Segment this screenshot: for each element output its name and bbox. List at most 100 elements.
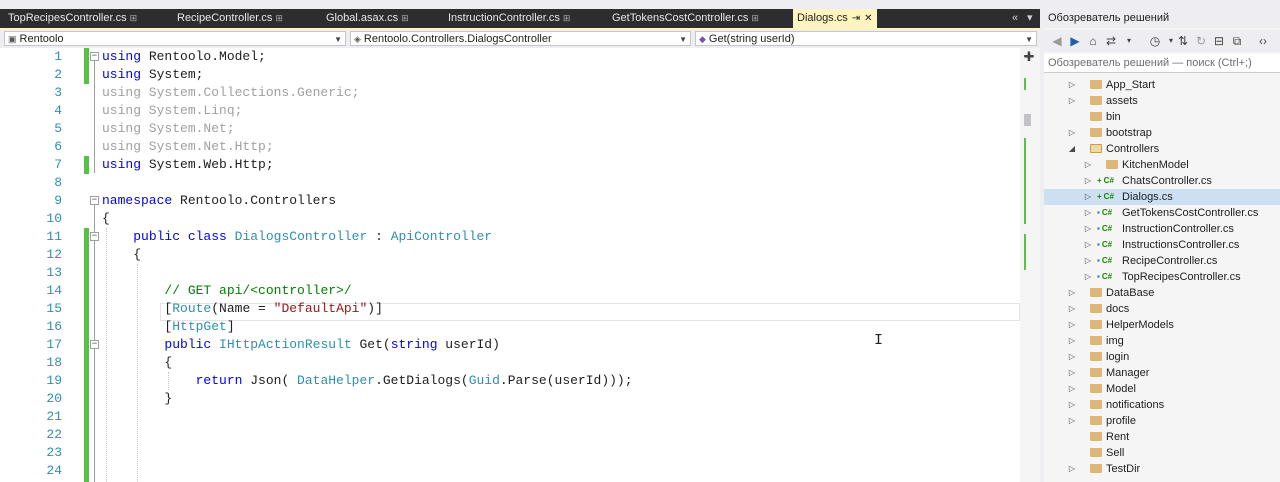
close-icon[interactable]: ✕ <box>864 13 872 24</box>
added-icon: + <box>1097 176 1102 185</box>
chevron-down-icon: ▼ <box>679 35 687 44</box>
tab-gettokenscostcontroller[interactable]: GetTokensCostController.cs ⊞ <box>612 9 759 28</box>
tab-dialogs-active[interactable]: Dialogs.cs ⇥ ✕ <box>793 9 877 28</box>
collapse-icon[interactable]: − <box>90 340 99 349</box>
line-number: 11 <box>46 229 62 244</box>
tree-item-notifications[interactable]: ▷ notifications <box>1044 397 1280 413</box>
tree-item-dialogs-selected[interactable]: ▷ + C# Dialogs.cs <box>1044 189 1280 205</box>
expand-arrow-icon[interactable]: ▷ <box>1084 173 1092 189</box>
tree-item-gettokenscostcontroller[interactable]: ▷ ▪ C# GetTokensCostController.cs <box>1044 205 1280 221</box>
expand-arrow-icon[interactable]: ▷ <box>1068 397 1076 413</box>
tree-item-toprecipescontroller[interactable]: ▷ ▪ C# TopRecipesController.cs <box>1044 269 1280 285</box>
line-number: 1 <box>54 49 62 64</box>
solution-explorer-search[interactable]: Обозреватель решений — поиск (Ctrl+;) <box>1044 54 1280 73</box>
tab-toprecipescontroller[interactable]: TopRecipesController.cs ⊞ <box>8 9 137 28</box>
expand-arrow-icon[interactable]: ▷ <box>1084 237 1092 253</box>
fold-line <box>94 61 95 173</box>
expand-arrow-icon[interactable]: ▷ <box>1084 253 1092 269</box>
tree-item-sell[interactable]: Sell <box>1044 445 1280 461</box>
line-number: 17 <box>46 337 62 352</box>
tree-item-controllers[interactable]: ◢ Controllers <box>1044 141 1280 157</box>
tree-item-bin[interactable]: bin <box>1044 109 1280 125</box>
tree-item-bootstrap[interactable]: ▷ bootstrap <box>1044 125 1280 141</box>
home-icon[interactable]: ⌂ <box>1086 34 1100 48</box>
tree-item-helpermodels[interactable]: ▷ HelperModels <box>1044 317 1280 333</box>
tree-item-model[interactable]: ▷ Model <box>1044 381 1280 397</box>
member-dropdown[interactable]: ◆ Get(string userId) ▼ <box>695 31 1037 46</box>
code-line-16: [HttpGet] <box>102 319 235 334</box>
class-dropdown[interactable]: ◈ Rentoolo.Controllers.DialogsController ▼ <box>350 31 691 46</box>
tree-item-profile[interactable]: ▷ profile <box>1044 413 1280 429</box>
pin-icon[interactable]: ⊞ <box>751 13 759 23</box>
tree-item-label: docs <box>1106 303 1130 315</box>
tree-item-app-start[interactable]: ▷ App_Start <box>1044 77 1280 93</box>
expand-arrow-icon[interactable]: ▷ <box>1068 381 1076 397</box>
pin-icon[interactable]: ⇥ <box>852 13 860 24</box>
split-editor-icon[interactable]: ✚ <box>1022 50 1036 64</box>
pin-icon[interactable]: ⊞ <box>401 13 409 23</box>
forward-icon[interactable]: ▶ <box>1068 34 1082 48</box>
tree-item-label: Dialogs.cs <box>1122 191 1173 203</box>
pending-changes-icon[interactable]: ⇅ <box>1176 34 1190 48</box>
tree-item-rent[interactable]: Rent <box>1044 429 1280 445</box>
tree-item-assets[interactable]: ▷ assets <box>1044 93 1280 109</box>
expand-arrow-icon[interactable]: ▷ <box>1068 285 1076 301</box>
tree-item-testdir[interactable]: ▷ TestDir <box>1044 461 1280 477</box>
tree-item-img[interactable]: ▷ img <box>1044 333 1280 349</box>
project-dropdown[interactable]: ▣ Rentoolo ▼ <box>4 31 346 46</box>
expand-arrow-icon[interactable]: ▷ <box>1084 189 1092 205</box>
expand-arrow-icon[interactable]: ▷ <box>1068 317 1076 333</box>
expand-arrow-icon[interactable]: ▷ <box>1068 349 1076 365</box>
sync-icon[interactable]: ⇄ <box>1104 34 1118 48</box>
tab-dropdown-icon[interactable]: ▾ <box>1027 9 1033 28</box>
expand-arrow-icon[interactable]: ▷ <box>1068 461 1076 477</box>
pin-icon[interactable]: ⊞ <box>130 13 138 23</box>
tab-instructioncontroller[interactable]: InstructionController.cs ⊞ <box>448 9 570 28</box>
show-all-files-icon[interactable]: ⧉ <box>1230 34 1244 48</box>
text-cursor-icon: I <box>874 332 884 349</box>
tree-item-kitchenmodel[interactable]: ▷ KitchenModel <box>1044 157 1280 173</box>
tree-item-chatscontroller[interactable]: ▷ + C# ChatsController.cs <box>1044 173 1280 189</box>
line-number: 20 <box>46 391 62 406</box>
expand-arrow-icon[interactable]: ▷ <box>1068 77 1076 93</box>
tab-global-asax[interactable]: Global.asax.cs ⊞ <box>326 9 409 28</box>
back-icon[interactable]: ◀ <box>1050 34 1064 48</box>
pin-icon[interactable]: ⊞ <box>563 13 571 23</box>
tree-item-login[interactable]: ▷ login <box>1044 349 1280 365</box>
collapse-icon[interactable]: − <box>90 52 99 61</box>
expand-arrow-icon[interactable]: ▷ <box>1084 269 1092 285</box>
expand-arrow-icon[interactable]: ▷ <box>1084 205 1092 221</box>
pin-icon[interactable]: ⊞ <box>275 13 283 23</box>
line-number: 24 <box>46 463 62 478</box>
expand-arrow-icon[interactable]: ▷ <box>1068 93 1076 109</box>
tab-recipecontroller[interactable]: RecipeController.cs ⊞ <box>177 9 283 28</box>
tree-item-instructionscontroller[interactable]: ▷ ▪ C# InstructionsController.cs <box>1044 237 1280 253</box>
tree-item-recipecontroller[interactable]: ▷ ▪ C# RecipeController.cs <box>1044 253 1280 269</box>
expand-arrow-icon[interactable]: ▷ <box>1068 301 1076 317</box>
tree-item-manager[interactable]: ▷ Manager <box>1044 365 1280 381</box>
code-view-icon[interactable]: ‹› <box>1256 34 1270 48</box>
lock-icon: ▪ <box>1097 256 1100 265</box>
tree-item-database[interactable]: ▷ DataBase <box>1044 285 1280 301</box>
expand-arrow-icon[interactable]: ▷ <box>1068 125 1076 141</box>
collapse-icon[interactable]: − <box>90 196 99 205</box>
expand-arrow-icon[interactable]: ▷ <box>1068 333 1076 349</box>
collapse-arrow-icon[interactable]: ◢ <box>1068 141 1076 157</box>
csharp-badge: C# <box>1101 240 1113 249</box>
dropdown-icon[interactable]: ▾ <box>1122 34 1136 48</box>
expand-arrow-icon[interactable]: ▷ <box>1068 413 1076 429</box>
line-number: 16 <box>46 319 62 334</box>
collapse-icon[interactable]: − <box>90 232 99 241</box>
tree-item-instructioncontroller[interactable]: ▷ ▪ C# InstructionController.cs <box>1044 221 1280 237</box>
collapse-all-icon[interactable]: ⊟ <box>1212 34 1226 48</box>
tree-item-docs[interactable]: ▷ docs <box>1044 301 1280 317</box>
tab-overflow-icon[interactable]: « <box>1012 9 1018 28</box>
scroll-thumb[interactable] <box>1024 114 1031 126</box>
expand-arrow-icon[interactable]: ▷ <box>1084 157 1092 173</box>
expand-arrow-icon[interactable]: ▷ <box>1084 221 1092 237</box>
project-dropdown-label: Rentoolo <box>19 33 64 45</box>
code-editor[interactable]: 1 2 3 4 5 6 7 8 9 10 11 12 13 14 15 16 1… <box>0 48 1040 482</box>
expand-arrow-icon[interactable]: ▷ <box>1068 365 1076 381</box>
refresh-icon[interactable]: ↻ <box>1194 34 1208 48</box>
history-icon[interactable]: ◷ <box>1148 34 1162 48</box>
